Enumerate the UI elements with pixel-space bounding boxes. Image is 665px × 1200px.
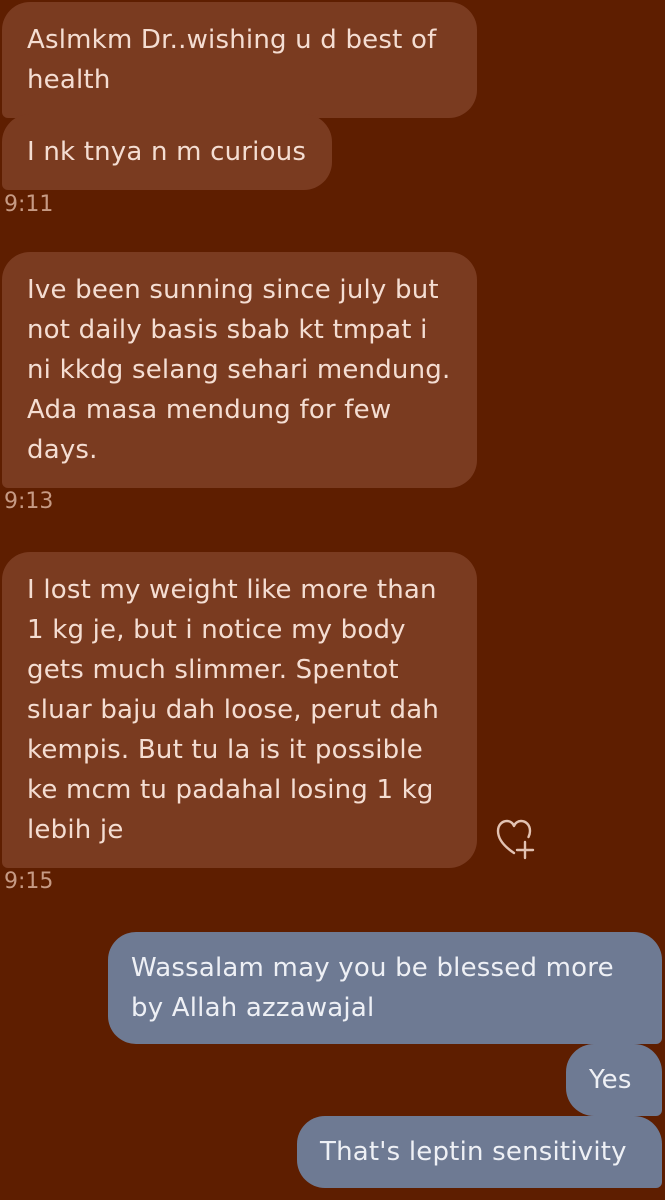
outgoing-message[interactable]: Wassalam may you be blessed more by Alla… (108, 932, 662, 1044)
outgoing-message[interactable]: Yes (566, 1044, 662, 1116)
incoming-message[interactable]: I nk tnya n m curious (2, 114, 332, 190)
message-text: Yes (589, 1065, 632, 1095)
incoming-message[interactable]: I lost my weight like more than 1 kg je,… (2, 552, 477, 868)
incoming-message[interactable]: Ive been sunning since july but not dail… (2, 252, 477, 488)
message-text: I nk tnya n m curious (27, 137, 307, 167)
timestamp: 9:13 (4, 489, 54, 514)
message-text: Ive been sunning since july but not dail… (27, 275, 451, 465)
incoming-message[interactable]: Aslmkm Dr..wishing u d best of health (2, 2, 477, 118)
message-text: I lost my weight like more than 1 kg je,… (27, 575, 440, 845)
message-text: Wassalam may you be blessed more by Alla… (131, 953, 614, 1023)
message-text: Aslmkm Dr..wishing u d best of health (27, 25, 437, 95)
heart-plus-icon[interactable] (495, 817, 541, 861)
message-text: That's leptin sensitivity (320, 1137, 627, 1167)
outgoing-message[interactable]: That's leptin sensitivity (297, 1116, 662, 1188)
timestamp: 9:11 (4, 192, 54, 217)
timestamp: 9:15 (4, 869, 54, 894)
